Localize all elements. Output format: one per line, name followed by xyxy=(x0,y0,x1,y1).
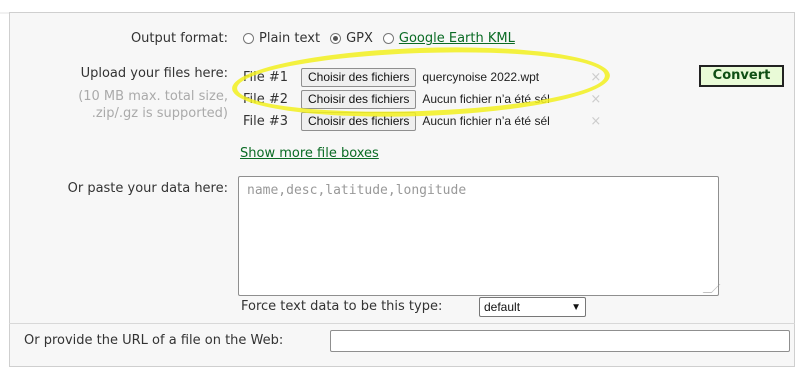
output-format-label: Output format: xyxy=(130,31,228,46)
section-divider xyxy=(9,323,795,324)
clear-file-icon[interactable]: × xyxy=(590,114,601,129)
url-label: Or provide the URL of a file on the Web: xyxy=(24,333,284,348)
google-earth-kml-link[interactable]: Google Earth KML xyxy=(399,31,515,46)
radio-option-plain-text[interactable]: Plain text xyxy=(243,31,320,46)
upload-size-hint: (10 MB max. total size, .zip/.gz is supp… xyxy=(30,88,228,122)
show-more-file-boxes-link[interactable]: Show more file boxes xyxy=(240,146,379,161)
select-value: default xyxy=(484,300,521,314)
file-status: Aucun fichier n’a été sél xyxy=(422,92,550,106)
paste-data-label: Or paste your data here: xyxy=(67,181,228,196)
file-label: File #1 xyxy=(243,69,289,85)
file-status: Aucun fichier n’a été sél xyxy=(422,114,550,128)
textarea-placeholder: name,desc,latitude,longitude xyxy=(247,183,467,198)
file-rows: File #1 Choisir des fichiers quercynoise… xyxy=(243,66,601,132)
file-status: quercynoise 2022.wpt xyxy=(422,70,540,84)
radio-button[interactable] xyxy=(243,33,254,44)
file-row-3: File #3 Choisir des fichiers Aucun fichi… xyxy=(243,110,601,132)
force-type-label: Force text data to be this type: xyxy=(241,299,443,314)
radio-button[interactable] xyxy=(382,33,394,44)
clear-file-icon[interactable]: × xyxy=(590,70,601,85)
choose-files-button[interactable]: Choisir des fichiers xyxy=(301,67,417,87)
choose-files-button[interactable]: Choisir des fichiers xyxy=(301,89,417,109)
file-row-1: File #1 Choisir des fichiers quercynoise… xyxy=(243,66,601,88)
convert-button[interactable]: Convert xyxy=(699,65,784,87)
radio-label[interactable]: Plain text xyxy=(259,31,320,46)
paste-data-textarea[interactable]: name,desc,latitude,longitude xyxy=(238,176,721,296)
upload-hint-line-1: (10 MB max. total size, xyxy=(78,89,228,104)
output-format-radio-group: Plain text GPX Google Earth KML xyxy=(243,31,525,46)
radio-label[interactable]: GPX xyxy=(346,31,373,46)
upload-hint-line-2: .zip/.gz is supported) xyxy=(91,106,228,121)
chevron-down-icon: ▼ xyxy=(571,301,581,313)
radio-option-google-earth-kml[interactable]: Google Earth KML xyxy=(382,31,515,46)
choose-files-button[interactable]: Choisir des fichiers xyxy=(301,111,417,131)
file-label: File #3 xyxy=(243,113,289,129)
file-label: File #2 xyxy=(243,91,289,107)
force-type-select[interactable]: default ▼ xyxy=(479,297,586,317)
upload-files-label: Upload your files here: xyxy=(80,66,228,81)
file-row-2: File #2 Choisir des fichiers Aucun fichi… xyxy=(243,88,601,110)
radio-button-checked[interactable] xyxy=(330,33,342,44)
resize-grip-icon[interactable] xyxy=(702,284,721,293)
radio-option-gpx[interactable]: GPX xyxy=(330,31,373,46)
clear-file-icon[interactable]: × xyxy=(590,92,601,107)
url-input[interactable] xyxy=(330,330,790,352)
